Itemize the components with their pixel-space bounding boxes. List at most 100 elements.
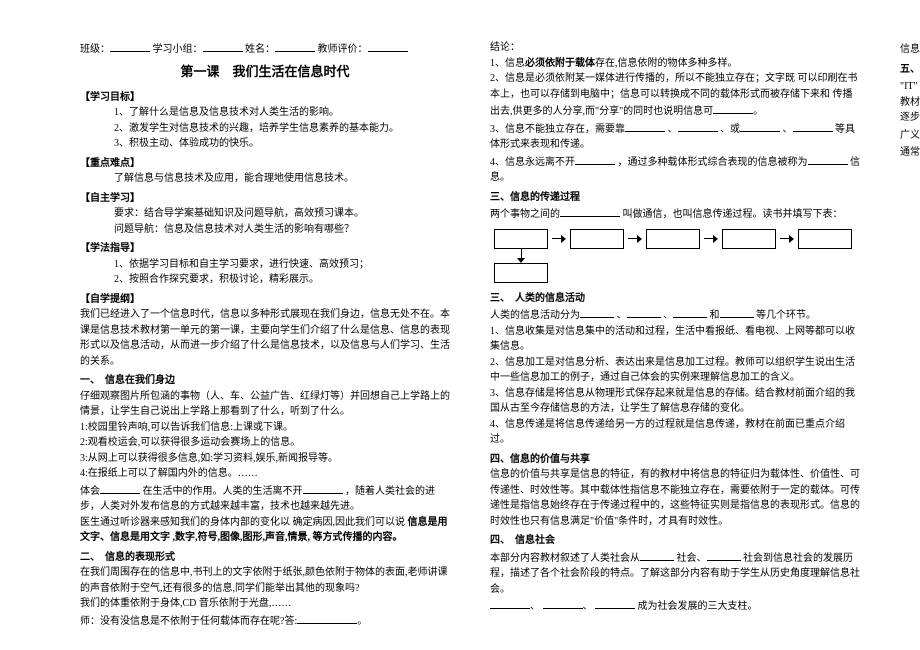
flow-box[interactable] xyxy=(494,263,548,283)
arrow-down-icon xyxy=(518,249,526,263)
s1-intro: 仔细观察图片所包涵的事物（人、车、公益广告、红绿灯等）并回想自己上学路上的情景，… xyxy=(80,389,450,420)
name-blank[interactable] xyxy=(275,40,315,52)
keypoint-heading: 【重点难点】 xyxy=(80,156,450,172)
s1-heading: 一、 信息在我们身边 xyxy=(80,373,450,389)
blank[interactable] xyxy=(740,120,780,132)
blank[interactable] xyxy=(673,306,707,318)
s5-heading: 五、 信息技术 xyxy=(900,62,920,78)
s2-p1: 在我们周围存在的信息中,书刊上的文字依附于纸张,颜色依附于物体的表面,老师讲课 … xyxy=(80,565,450,596)
blank[interactable] xyxy=(707,549,741,561)
blank[interactable] xyxy=(303,482,343,494)
text: 。 xyxy=(753,106,763,117)
bold-text: 必须依附于载体 xyxy=(525,58,595,69)
text: 人类的信息活动分为 xyxy=(490,310,580,321)
text: 。 xyxy=(357,616,367,627)
flow-row-top xyxy=(494,229,860,249)
blank[interactable] xyxy=(297,612,357,624)
blank[interactable] xyxy=(560,205,620,217)
text: 成为社会发展的三大支柱。 xyxy=(635,601,758,612)
blank[interactable] xyxy=(640,549,674,561)
text: 、或 xyxy=(720,124,740,135)
flow-box[interactable] xyxy=(798,229,852,249)
text: 两个事物之间的 xyxy=(490,209,560,220)
s2-conclusion-2: 2、信息是必须依附某一媒体进行传播的，所以不能独立存在；文字既 可以印刷在书本上… xyxy=(490,71,860,120)
blank[interactable] xyxy=(100,482,140,494)
text: 、 xyxy=(530,601,540,612)
document-page: 班级： 学习小组： 姓名： 教师评价： 第一课 我们生活在信息时代 【学习目标】… xyxy=(0,0,920,650)
text: 社会、 xyxy=(677,553,707,564)
goal-heading: 【学习目标】 xyxy=(80,90,450,106)
flow-box[interactable] xyxy=(722,229,776,249)
blank[interactable] xyxy=(575,153,615,165)
flow-diagram xyxy=(494,229,860,283)
blank[interactable] xyxy=(808,153,848,165)
group-label: 学习小组： xyxy=(153,44,203,55)
s4a-p1: 本部分内容教材叙述了人类社会从 社会、 社会到信息社会的发展历程，描述了各个社会… xyxy=(490,549,860,598)
s2-heading: 二、 信息的表现形式 xyxy=(80,550,450,566)
text: 师：没有没信息是不依附于任何载体而存在呢?答: xyxy=(80,616,297,627)
text: 、 xyxy=(617,310,627,321)
s3a-item: 3、信息存储是将信息从物理形式保存起来就是信息的存储。结合教材前面介绍的我国从古… xyxy=(490,386,860,417)
text: 在生活中的作用。人类的生活离不开 xyxy=(143,486,303,497)
s3-intro: 两个事物之间的 叫做通信，也叫信息传递过程。读书并填写下表： xyxy=(490,205,860,223)
blank[interactable] xyxy=(793,120,833,132)
text: 体会 xyxy=(80,486,100,497)
selfstudy-heading: 【自主学习】 xyxy=(80,191,450,207)
arrow-right-icon xyxy=(780,235,794,243)
text: 1、信息 xyxy=(490,58,525,69)
method-item: 2、按照合作探究要求，积极讨论，精彩展示。 xyxy=(80,272,450,288)
blank[interactable] xyxy=(595,597,635,609)
s5-p1: 教材中第 11 页的"知识链接"介绍了五次信息技术革命的有关情况，了解信息技术的… xyxy=(900,95,920,126)
goal-item: 1、了解什么是信息及信息技术对人类生活的影响。 xyxy=(80,105,450,121)
flow-row-bottom xyxy=(494,263,860,283)
blank[interactable] xyxy=(625,120,665,132)
s3a-heading: 三、 人类的信息活动 xyxy=(490,291,860,307)
lesson-title: 第一课 我们生活在信息时代 xyxy=(80,62,450,82)
blank[interactable] xyxy=(678,120,718,132)
s2-conclusion-4: 4、信息永远离不开 ，通过多种载体形式综合表现的信息被称为 信息。 xyxy=(490,153,860,186)
s2-p3: 师：没有没信息是不依附于任何载体而存在呢?答: 。 xyxy=(80,612,450,630)
arrow-right-icon xyxy=(704,235,718,243)
group-blank[interactable] xyxy=(203,40,243,52)
text: 等几个环节。 xyxy=(756,310,816,321)
s5-p3: 通常所说的信息技术是指。 xyxy=(900,143,920,161)
text: ，通过多种载体形式综合表现的信息被称为 xyxy=(618,157,808,168)
blank[interactable] xyxy=(580,306,614,318)
text: 、 xyxy=(668,124,678,135)
selfstudy-nav: 问题导航：信息及信息技术对人类生活的影响有哪些？ xyxy=(80,222,450,238)
text: 2、信息是必须依附某一媒体进行传播的，所以不能独立存在；文字既 可以印刷在书本上… xyxy=(490,73,858,117)
text: 、 xyxy=(783,124,793,135)
text: 信息社会， xyxy=(900,44,920,55)
s2-conclusion-1: 1、信息必须依附于载体存在,信息依附的物体多种多样。 xyxy=(490,56,860,72)
method-item: 1、依据学习目标和自主学习要求，进行快速、高效预习； xyxy=(80,257,450,273)
text: 和 xyxy=(710,310,720,321)
s1-item: 4:在报纸上可以了解国内外的信息。…… xyxy=(80,466,450,482)
s3a-intro: 人类的信息活动分为 、 、 和 等几个环节。 xyxy=(490,306,860,324)
blank[interactable] xyxy=(720,306,754,318)
s1-item: 2:观看校运会,可以获得很多运动会赛场上的信息。 xyxy=(80,435,450,451)
blank[interactable] xyxy=(713,102,753,114)
arrow-right-icon xyxy=(552,235,566,243)
text: "IT" （ xyxy=(900,81,920,92)
text: 叫做通信，也叫信息传递过程。读书并填写下表： xyxy=(623,209,843,220)
keypoint-body: 了解信息与信息技术及应用，能合理地使用信息技术。 xyxy=(80,171,450,187)
s1-item: 1:校园里铃声响,可以告诉我们信息:上课或下课。 xyxy=(80,420,450,436)
s3-heading: 三、信息的传递过程 xyxy=(490,190,860,206)
text: 医生通过听诊器来感知我们的身体内部的变化以 确定病因,因此我们可以说 xyxy=(80,517,405,528)
flow-box[interactable] xyxy=(646,229,700,249)
flow-box[interactable] xyxy=(494,229,548,249)
blank[interactable] xyxy=(543,597,583,609)
s2-p2: 我们的体重依附于身体,CD 音乐依附于光盘,…… xyxy=(80,596,450,612)
class-blank[interactable] xyxy=(110,40,150,52)
teacher-eval-label: 教师评价： xyxy=(318,44,368,55)
goal-item: 2、激发学生对信息技术的兴趣，培养学生信息素养的基本能力。 xyxy=(80,121,450,137)
blank[interactable] xyxy=(490,597,530,609)
flow-box[interactable] xyxy=(570,229,624,249)
blank[interactable] xyxy=(627,306,661,318)
text: 、 xyxy=(663,310,673,321)
s4a-heading: 四、 信息社会 xyxy=(490,533,860,549)
selfstudy-req: 要求：结合导学案基础知识及问题导航，高效预习课本。 xyxy=(80,206,450,222)
goal-item: 3、积极主动、体验成功的快乐。 xyxy=(80,136,450,152)
teacher-eval-blank[interactable] xyxy=(368,40,408,52)
s1-conclusion: 医生通过听诊器来感知我们的身体内部的变化以 确定病因,因此我们可以说 信息是用文… xyxy=(80,515,450,546)
